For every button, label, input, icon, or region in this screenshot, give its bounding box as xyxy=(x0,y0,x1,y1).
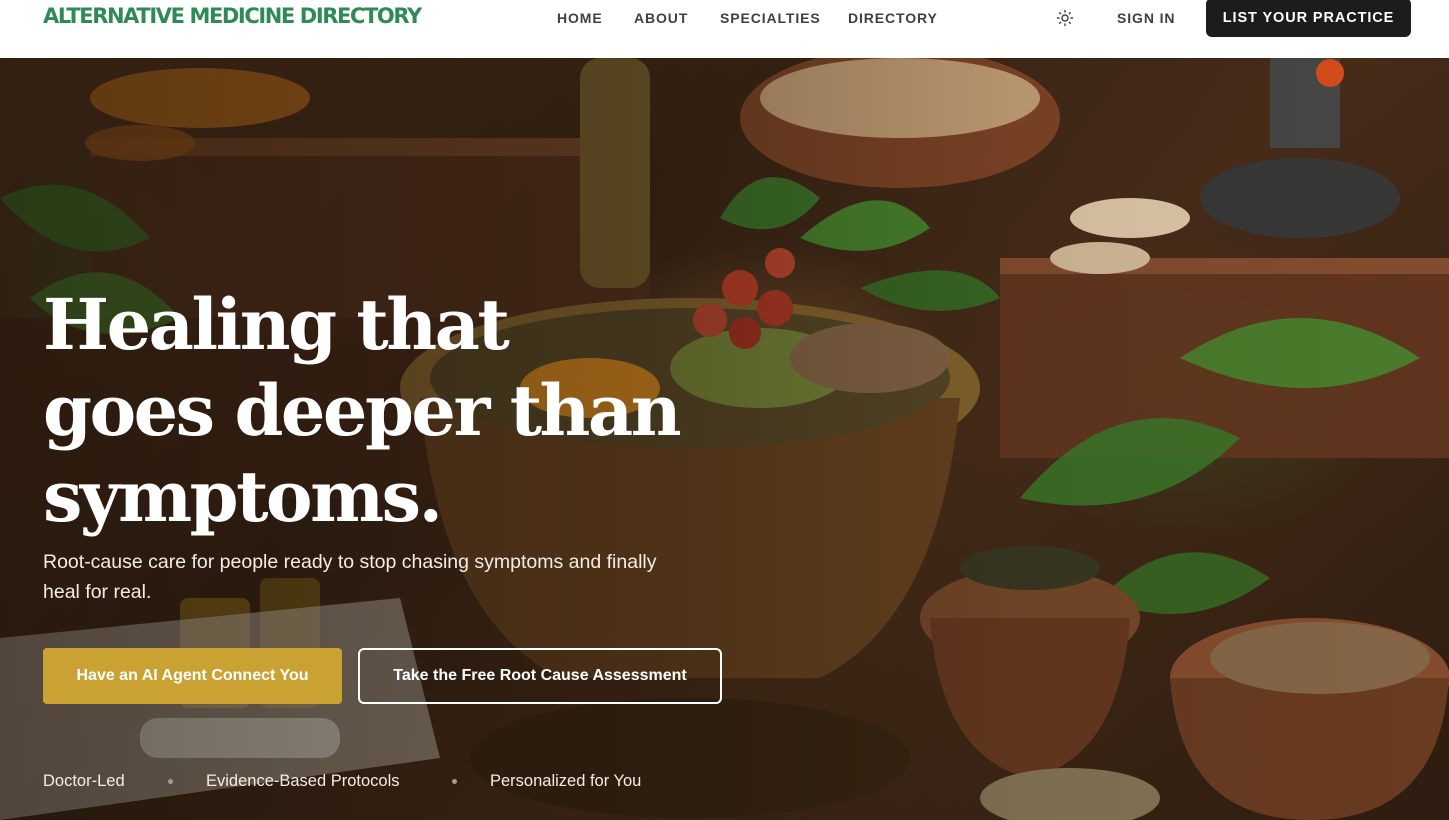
root-cause-assessment-button[interactable]: Take the Free Root Cause Assessment xyxy=(358,648,722,704)
feature-item: Doctor-Led xyxy=(43,772,125,790)
sun-icon[interactable] xyxy=(1056,9,1074,27)
site-header: ALTERNATIVE MEDICINE DIRECTORY HOME ABOU… xyxy=(0,0,1449,58)
list-your-practice-button[interactable]: LIST YOUR PRACTICE xyxy=(1206,0,1411,37)
hero-subtext: Root-cause care for people ready to stop… xyxy=(43,551,657,603)
feature-item: Personalized for You xyxy=(490,772,642,790)
nav-home[interactable]: HOME xyxy=(557,9,603,27)
nav-directory[interactable]: DIRECTORY xyxy=(848,9,938,27)
nav-specialties[interactable]: SPECIALTIES xyxy=(720,9,821,27)
feature-item: Evidence-Based Protocols xyxy=(206,772,400,790)
nav-about[interactable]: ABOUT xyxy=(634,9,688,27)
ai-agent-connect-button[interactable]: Have an AI Agent Connect You xyxy=(43,648,342,704)
sign-in-link[interactable]: SIGN IN xyxy=(1117,9,1175,27)
hero-headline: Healing that goes deeper than symptoms. xyxy=(43,283,682,538)
bullet-dot-icon xyxy=(168,779,173,784)
bullet-dot-icon xyxy=(452,779,457,784)
hero-section: Healing that goes deeper than symptoms. … xyxy=(0,58,1449,820)
